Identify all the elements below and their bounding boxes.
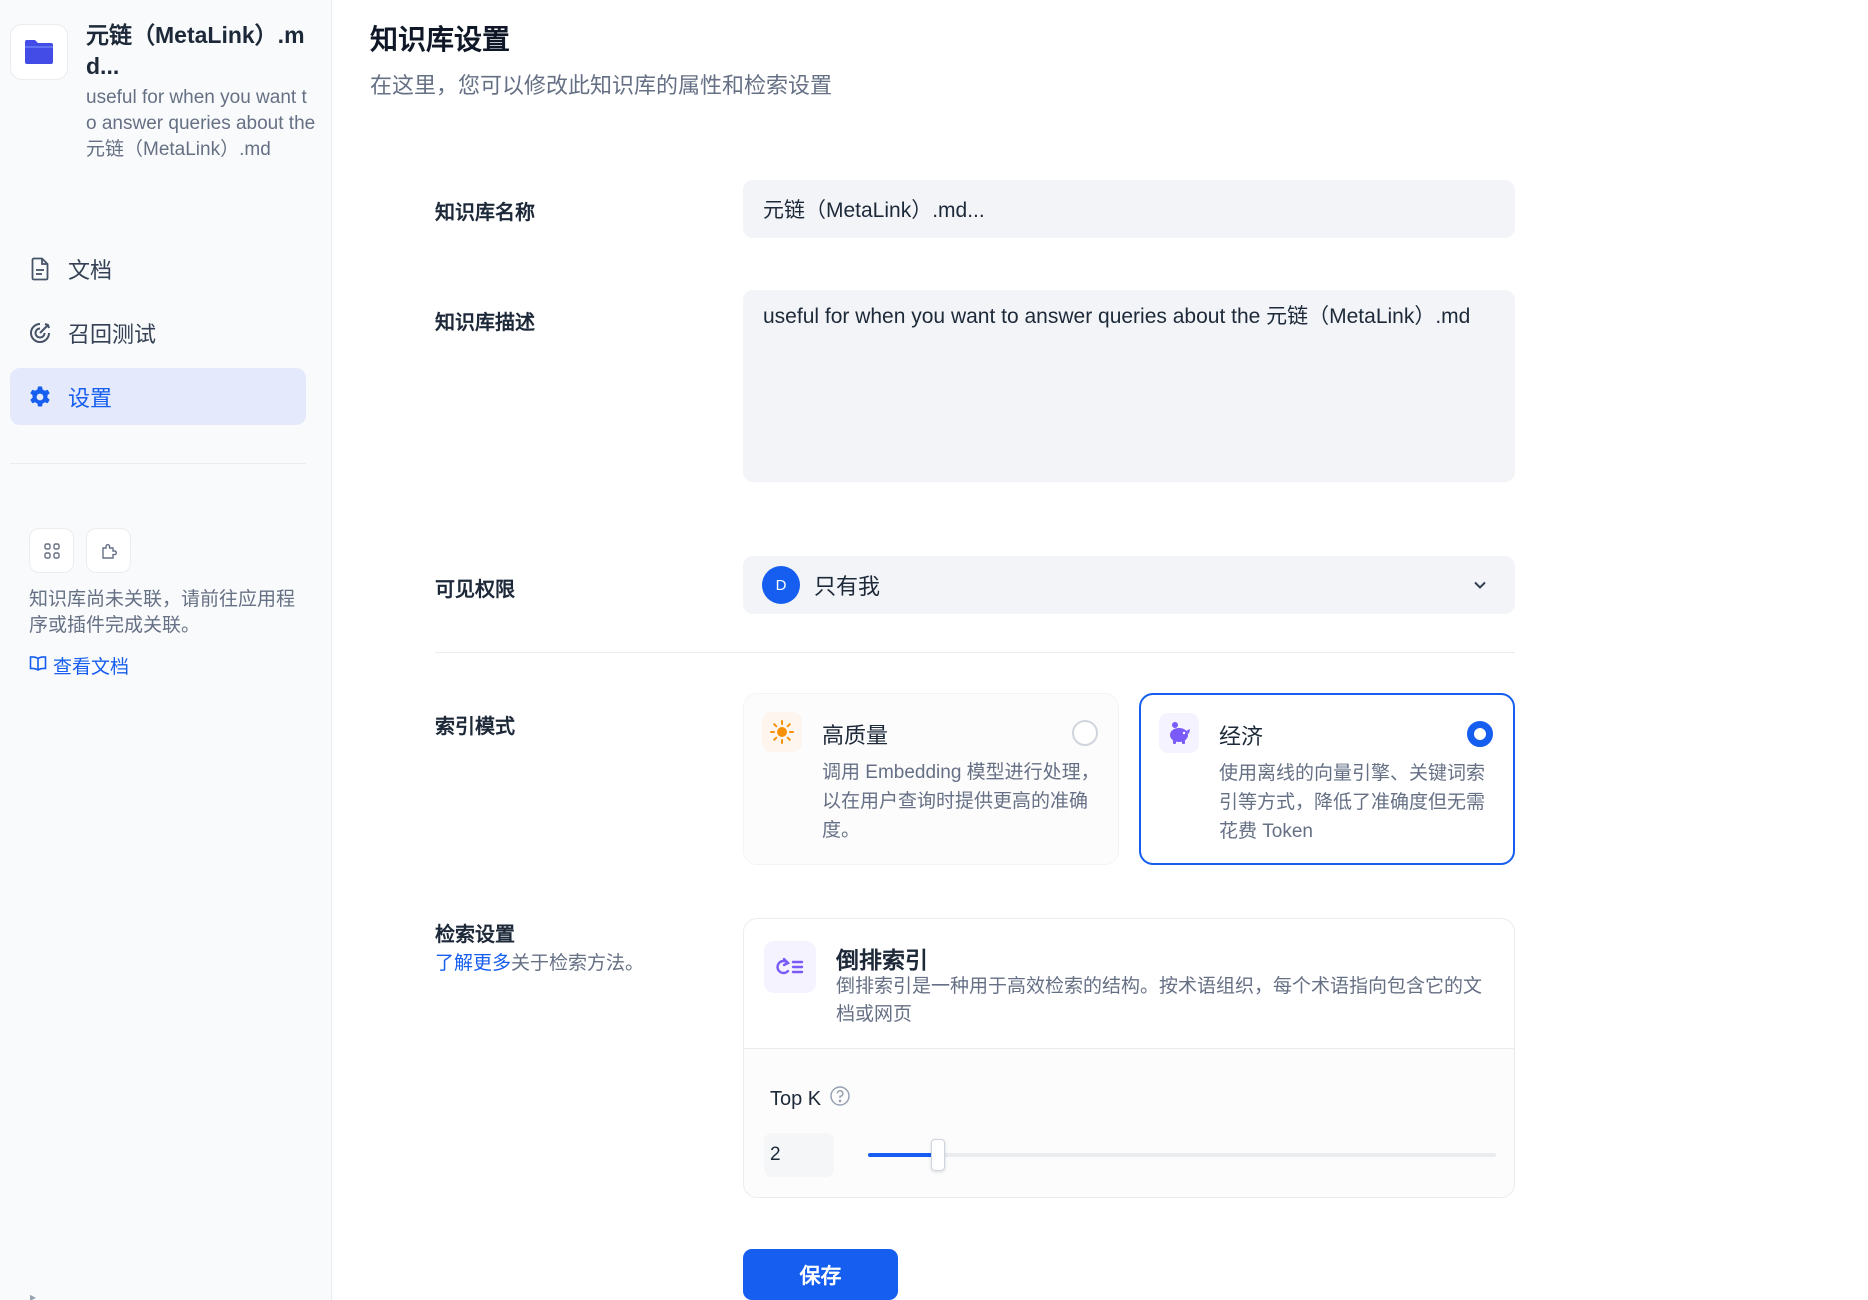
page-title: 知识库设置	[370, 24, 511, 55]
retrieval-settings-label: 检索设置	[435, 924, 515, 946]
sidebar-item-label: 文档	[68, 257, 113, 283]
apps-grid-icon	[29, 528, 74, 573]
sidebar-nav: 文档 召回测试 设置	[10, 240, 306, 432]
permission-select[interactable]: D 只有我	[743, 556, 1515, 614]
name-label: 知识库名称	[435, 202, 535, 224]
index-mode-high-quality[interactable]: 高质量 调用 Embedding 模型进行处理，以在用户查询时提供更高的准确度。	[743, 693, 1119, 865]
retrieval-sub-text: 关于检索方法。	[511, 953, 645, 974]
sidebar-item-label: 召回测试	[68, 321, 157, 347]
sidebar-item-settings[interactable]: 设置	[10, 368, 306, 425]
mode-description: 使用离线的向量引擎、关键词索引等方式，降低了准确度但无需花费 Token	[1219, 763, 1486, 842]
document-icon	[28, 257, 52, 281]
name-input[interactable]: 元链（MetaLink）.md...	[743, 180, 1515, 238]
folder-icon	[10, 24, 68, 80]
mode-title: 高质量	[822, 723, 889, 748]
piggy-bank-icon	[1159, 713, 1199, 753]
save-button[interactable]: 保存	[743, 1249, 898, 1300]
topk-slider-thumb[interactable]	[931, 1139, 945, 1171]
puzzle-plugin-icon	[86, 528, 131, 573]
association-hint: 知识库尚未关联，请前往应用程序或插件完成关联。	[29, 589, 296, 636]
retrieval-method-card: 倒排索引 倒排索引是一种用于高效检索的结构。按术语组织，每个术语指向包含它的文档…	[743, 918, 1515, 1198]
learn-more-link[interactable]: 了解更多	[435, 953, 511, 974]
sidebar-item-documents[interactable]: 文档	[10, 240, 306, 297]
permission-value: 只有我	[814, 574, 881, 599]
permission-label: 可见权限	[435, 579, 515, 601]
view-docs-label: 查看文档	[53, 657, 130, 678]
topk-slider-fill	[868, 1153, 938, 1157]
retrieval-settings-subtitle: 了解更多关于检索方法。	[435, 948, 644, 975]
chevron-down-icon	[1471, 576, 1489, 600]
sun-icon	[762, 712, 802, 752]
mode-title: 经济	[1219, 724, 1264, 749]
avatar: D	[762, 566, 800, 604]
topk-slider-track[interactable]	[868, 1139, 1496, 1171]
sidebar-item-label: 设置	[68, 385, 113, 411]
sidebar-item-recall-test[interactable]: 召回测试	[10, 304, 306, 361]
sidebar: 元链（MetaLink）.md... useful for when you w…	[0, 0, 332, 1300]
mode-radio-high-quality[interactable]	[1072, 720, 1098, 746]
sidebar-divider	[10, 463, 306, 464]
topk-label-row: Top K	[770, 1085, 851, 1113]
target-icon	[28, 321, 52, 345]
help-circle-icon[interactable]	[829, 1085, 851, 1113]
page-subtitle: 在这里，您可以修改此知识库的属性和检索设置	[370, 73, 833, 98]
mode-description: 调用 Embedding 模型进行处理，以在用户查询时提供更高的准确度。	[822, 762, 1100, 841]
topk-input[interactable]: 2	[764, 1133, 834, 1177]
inverted-index-icon	[764, 941, 816, 993]
index-mode-economy[interactable]: 经济 使用离线的向量引擎、关键词索引等方式，降低了准确度但无需花费 Token	[1139, 693, 1515, 865]
description-label: 知识库描述	[435, 312, 535, 334]
section-divider	[435, 652, 1515, 653]
book-open-icon	[29, 655, 47, 677]
index-mode-label: 索引模式	[435, 716, 515, 738]
retrieval-method-title: 倒排索引	[836, 947, 928, 973]
topk-label: Top K	[770, 1087, 822, 1110]
association-icons	[29, 528, 131, 573]
retrieval-method-description: 倒排索引是一种用于高效检索的结构。按术语组织，每个术语指向包含它的文档或网页	[836, 976, 1483, 1025]
gear-icon	[28, 385, 52, 409]
retrieval-method-header: 倒排索引 倒排索引是一种用于高效检索的结构。按术语组织，每个术语指向包含它的文档…	[744, 919, 1514, 1049]
knowledge-base-title: 元链（MetaLink）.md...	[86, 22, 305, 79]
collapse-caret-icon[interactable]: ▸	[30, 1290, 36, 1300]
description-textarea[interactable]: useful for when you want to answer queri…	[743, 290, 1515, 482]
knowledge-base-description: useful for when you want to answer queri…	[86, 87, 316, 160]
mode-radio-economy[interactable]	[1467, 721, 1493, 747]
app-window: 元链（MetaLink）.md... useful for when you w…	[0, 0, 1868, 1300]
view-docs-link[interactable]: 查看文档	[29, 652, 129, 679]
